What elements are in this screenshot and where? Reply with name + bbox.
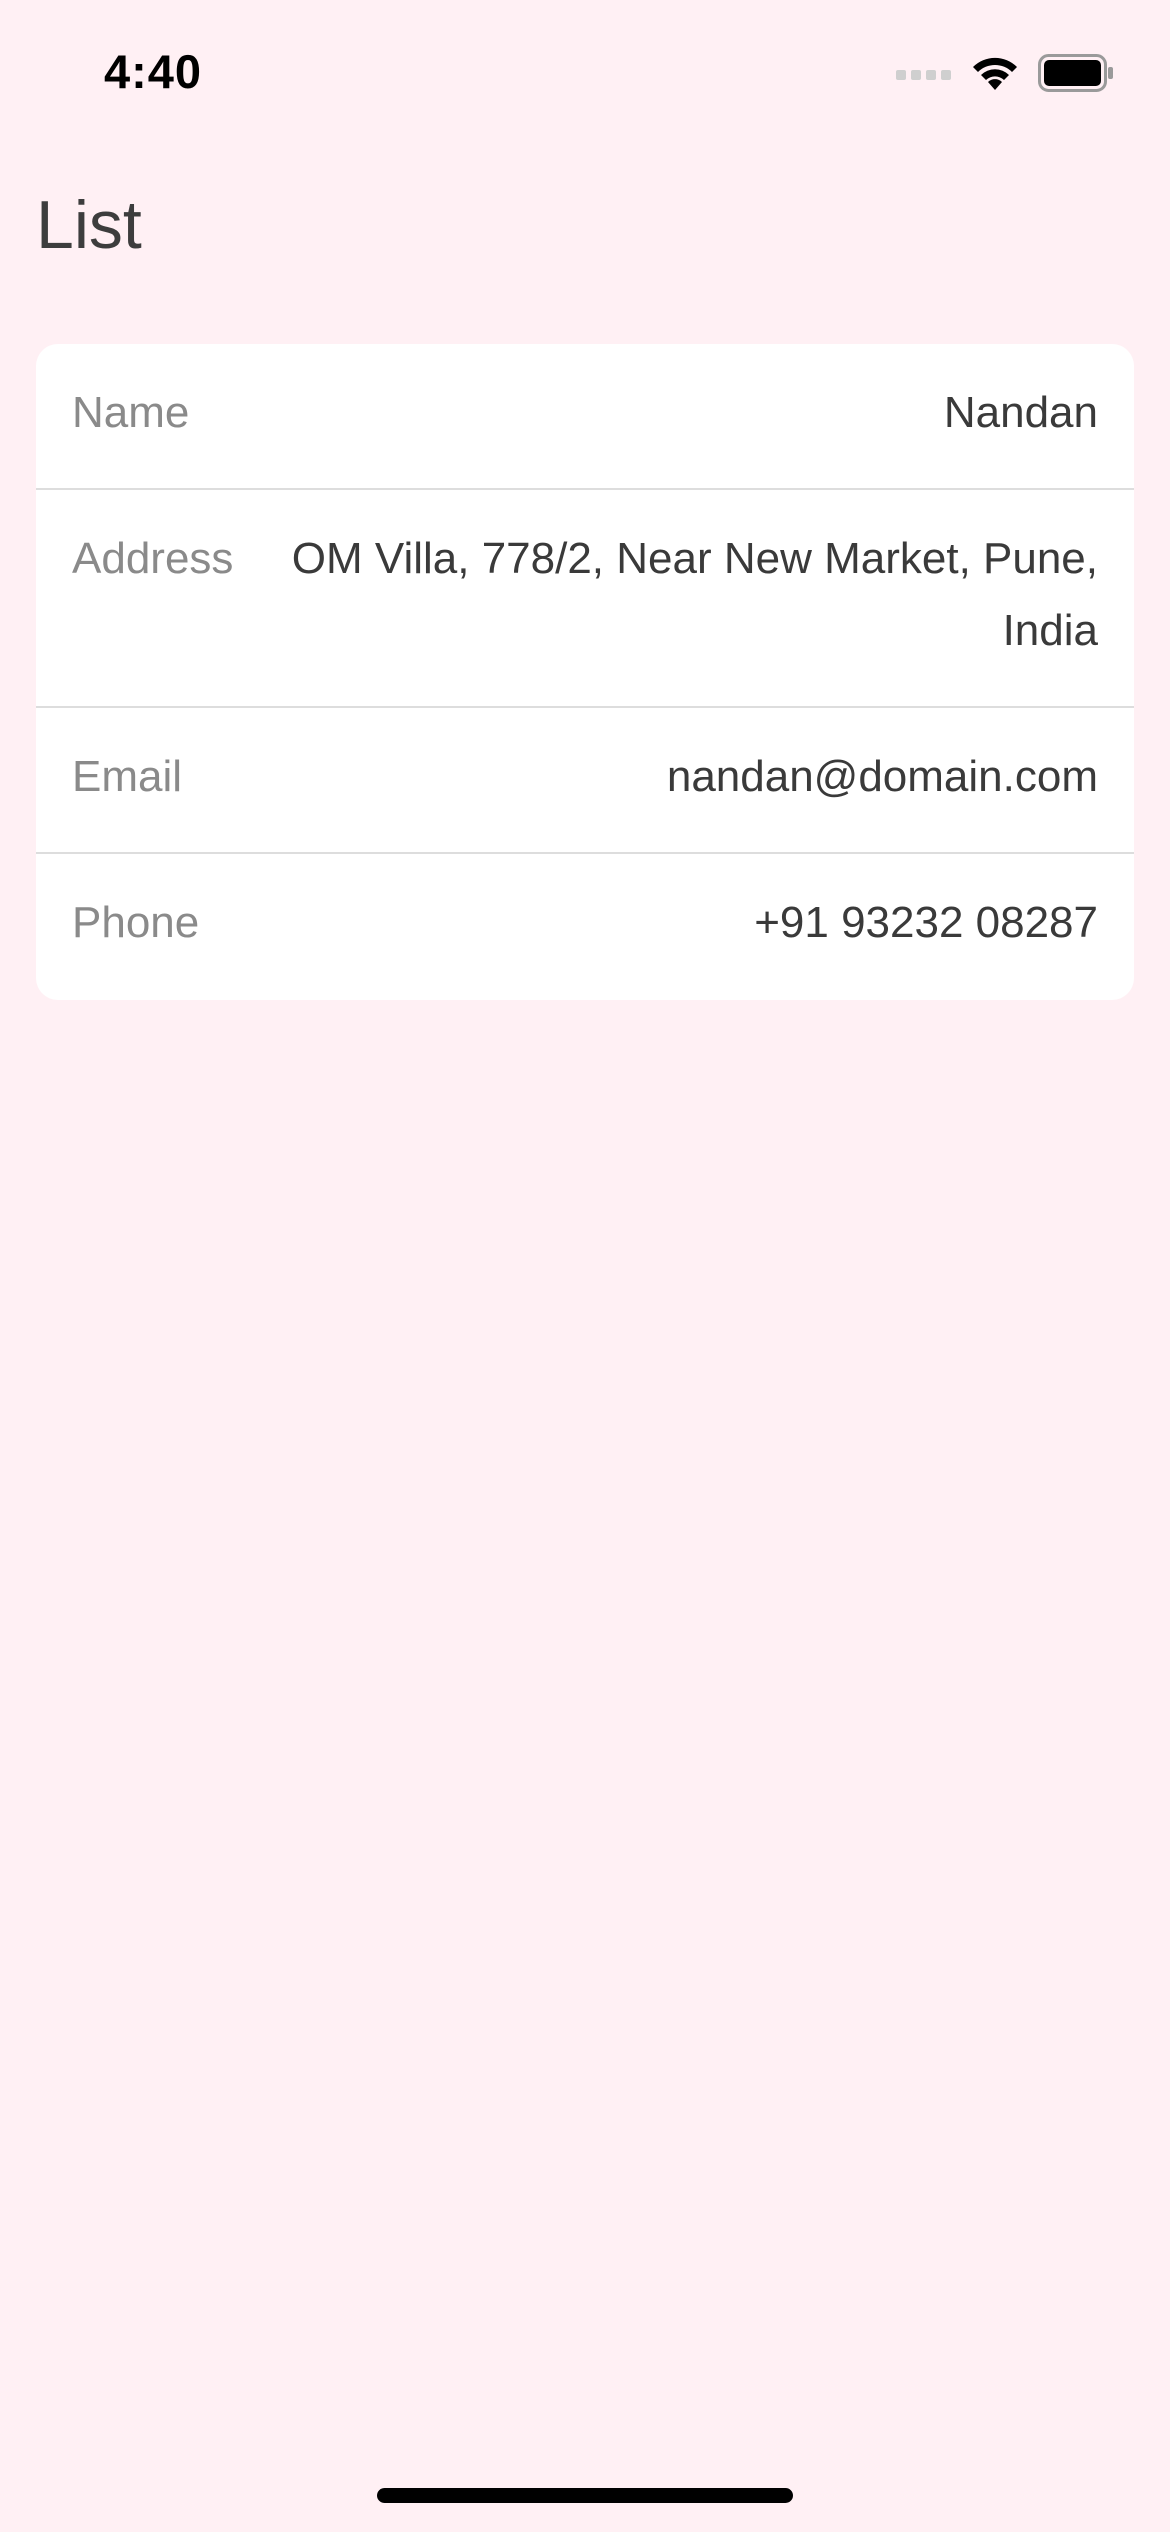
email-label: Email	[72, 752, 183, 801]
status-bar: 4:40	[0, 0, 1170, 150]
email-value: nandan@domain.com	[666, 752, 1098, 801]
address-label: Address	[72, 534, 234, 583]
phone-value: +91 93232 08287	[754, 898, 1098, 947]
home-indicator[interactable]	[377, 2488, 793, 2503]
cellular-signal-icon	[896, 70, 951, 80]
name-label: Name	[72, 388, 190, 437]
list-item-email[interactable]: Email nandan@domain.com	[36, 708, 1134, 854]
page-title: List	[36, 187, 142, 263]
details-card: Name Nandan Address OM Villa, 778/2, Nea…	[36, 344, 1134, 1000]
address-value: OM Villa, 778/2, Near New Market, Pune, …	[291, 534, 1098, 655]
wifi-icon	[973, 57, 1017, 90]
name-value: Nandan	[943, 388, 1098, 437]
list-item-address[interactable]: Address OM Villa, 778/2, Near New Market…	[36, 490, 1134, 708]
battery-icon	[1038, 54, 1113, 92]
status-time: 4:40	[104, 45, 203, 98]
list-item-phone[interactable]: Phone +91 93232 08287	[36, 854, 1134, 1000]
list-item-name[interactable]: Name Nandan	[36, 344, 1134, 490]
status-icons	[896, 54, 1114, 92]
phone-label: Phone	[72, 898, 200, 947]
